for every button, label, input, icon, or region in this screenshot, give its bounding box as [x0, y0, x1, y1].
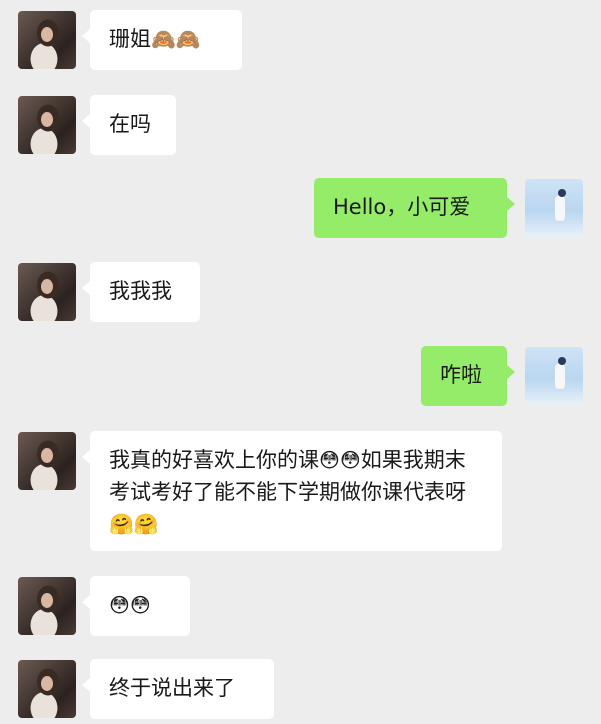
message-bubble[interactable]: 我我我 — [82, 262, 200, 322]
message-text: Hello，小可爱 — [333, 195, 471, 219]
message-bubble[interactable]: 😳😳 — [82, 576, 190, 636]
flushed-emoji-icon: 😳😳 — [319, 448, 361, 472]
message-bubble[interactable]: 珊姐🙈🙈 — [82, 10, 242, 70]
message-row: 终于说出来了 — [0, 659, 601, 719]
message-bubble[interactable]: 咋啦 — [421, 346, 515, 406]
message-row: 😳😳 — [0, 576, 601, 636]
contact-avatar[interactable] — [18, 660, 76, 718]
message-text: 在吗 — [109, 112, 151, 136]
message-text: 我我我 — [109, 279, 172, 303]
message-bubble[interactable]: Hello，小可爱 — [314, 178, 515, 238]
message-text: 终于说出来了 — [109, 676, 235, 700]
contact-avatar[interactable] — [18, 96, 76, 154]
message-text: 珊姐 — [109, 27, 151, 51]
message-text: 咋啦 — [440, 363, 482, 387]
message-row: 咋啦 — [0, 346, 601, 406]
monkey-emoji-icon: 🙈🙈 — [151, 27, 201, 51]
contact-avatar[interactable] — [18, 11, 76, 69]
contact-avatar[interactable] — [18, 263, 76, 321]
message-text: 我真的好喜欢上你的课 — [109, 448, 319, 472]
message-bubble[interactable]: 终于说出来了 — [82, 659, 274, 719]
message-row: 在吗 — [0, 95, 601, 155]
message-row: 珊姐🙈🙈 — [0, 10, 601, 70]
hug-emoji-icon: 🤗🤗 — [109, 512, 159, 536]
message-bubble[interactable]: 在吗 — [82, 95, 176, 155]
message-row: 我真的好喜欢上你的课😳😳如果我期末考试考好了能不能下学期做你课代表呀🤗🤗 — [0, 431, 601, 551]
flushed-emoji-icon: 😳😳 — [109, 593, 151, 617]
message-row: 我我我 — [0, 262, 601, 322]
contact-avatar[interactable] — [18, 432, 76, 490]
self-avatar[interactable] — [525, 347, 583, 405]
message-row: Hello，小可爱 — [0, 178, 601, 238]
message-bubble[interactable]: 我真的好喜欢上你的课😳😳如果我期末考试考好了能不能下学期做你课代表呀🤗🤗 — [82, 431, 502, 551]
contact-avatar[interactable] — [18, 577, 76, 635]
self-avatar[interactable] — [525, 179, 583, 237]
